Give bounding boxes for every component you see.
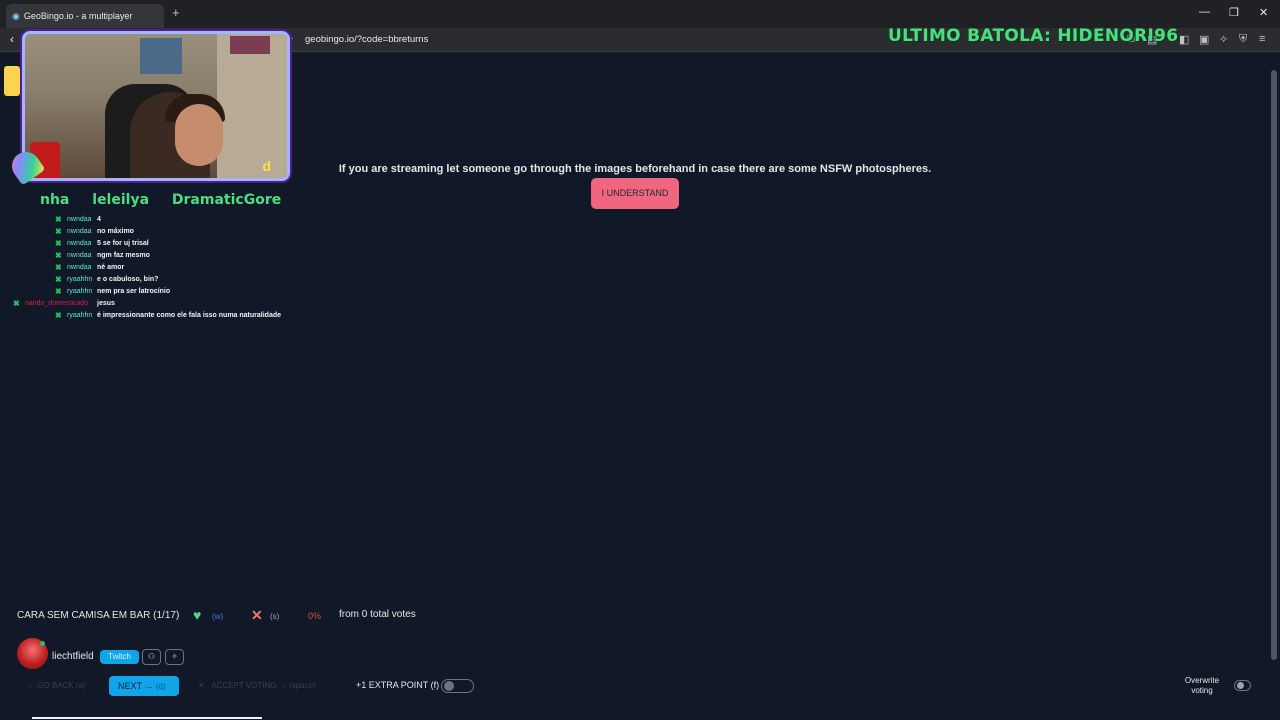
page-scrollbar[interactable] [1270,56,1278,676]
restore-icon[interactable]: ❐ [1229,6,1239,19]
shield-icon[interactable]: ⛨ [1239,33,1247,46]
url-field[interactable]: geobingo.io/?code=bbreturns [305,34,428,45]
chat-badge-icon: ✖ [55,287,62,296]
player-username[interactable]: liechtfield [52,651,94,662]
nsfw-notice: If you are streaming let someone go thro… [338,163,932,175]
chat-text: jesus [97,300,115,307]
chat-message: ✖ nwndaa 4 [10,214,300,226]
accept-hotkey: (space) [289,681,316,690]
chat-text: nem pra ser latrocínio [97,288,171,295]
chat-message: ✖ ryaahhn é impressionante como ele fala i… [10,310,300,322]
chat-username: nwndaa [67,216,92,223]
go-back-hotkey: (a) [75,681,86,690]
vote-no-x-icon[interactable]: ✕ [251,607,263,624]
accept-voting-button[interactable]: ✕ ACCEPT VOTING → (space) [198,677,348,695]
chat-badge-icon: ✖ [55,275,62,284]
chat-message: ✖ nando_domesticado jesus [10,298,300,310]
bingo-item-count: (1/17) [153,610,180,621]
chat-username: ryaahhn [67,276,93,283]
vote-percent: 0% [308,611,322,621]
chat-badge-icon: ✖ [55,251,62,260]
add-friend-icon[interactable]: ⚇ [142,649,161,665]
tab-title: GeoBingo.io - a multiplayer [23,11,133,21]
accept-arrow-icon: → [278,681,287,690]
chat-text: e o cabuloso, bin? [97,276,159,283]
stream-chat: ✖ nwndaa 4 ✖ nwndaa no máximo ✖ nwndaa 5 se fo… [10,214,300,322]
overlay-name: nha [40,192,70,208]
chat-username: nando_domesticado [25,300,89,307]
chat-username: nwndaa [67,252,92,259]
overlay-names: nha leleilya DramaticGore [40,192,299,208]
extra-point-label: +1 EXTRA POINT (f) [356,680,440,690]
chat-badge-icon: ✖ [13,299,20,308]
twitch-badge: Twitch [100,650,139,664]
ai-icon[interactable]: ✧ [1219,33,1228,46]
accept-x-icon: ✕ [198,681,205,690]
avatar [17,638,48,669]
chat-message: ✖ nwndaa 5 se for uj trisal [10,238,300,250]
chat-text: 4 [97,216,101,223]
chat-username: nwndaa [67,264,92,271]
browser-tab-bar: ◉ GeoBingo.io - a multiplayer + — ❐ ✕ [0,0,1280,28]
chat-text: 5 se for uj trisal [97,240,149,247]
overlay-sticker [4,66,20,96]
minimize-icon[interactable]: — [1199,6,1210,18]
chat-message: ✖ nwndaa né amor [10,262,300,274]
video-progress-bar [32,717,262,719]
chat-text: ngm faz mesmo [97,252,150,259]
chat-message: ✖ nwndaa no máximo [10,226,300,238]
go-back-arrow-icon: ← [27,681,35,690]
chat-username: ryaahhn [67,288,93,295]
overlay-name: leleilya [92,192,150,208]
chat-badge-icon: ✖ [55,239,62,248]
go-back-label: GO BACK [37,681,74,690]
next-label: NEXT [118,681,142,691]
vote-no-hotkey: (s) [270,612,280,621]
next-arrow-icon: → [144,681,154,691]
chat-badge-icon: ✖ [55,215,62,224]
overwrite-voting-toggle[interactable] [1234,680,1251,691]
overwrite-voting-label: Overwrite voting [1184,676,1220,695]
chat-text: né amor [97,264,125,271]
wallet-icon[interactable]: ▣ [1199,33,1209,46]
stream-overlay-title: ULTIMO BATOLA: HIDENORI96 [888,26,1179,46]
close-window-icon[interactable]: ✕ [1259,6,1268,19]
i-understand-button[interactable]: I UNDERSTAND [591,178,679,209]
chat-username: ryaahhn [67,312,93,319]
menu-icon[interactable]: ≡ [1259,33,1265,45]
webcam-overlay: d [22,31,290,181]
chat-username: nwndaa [67,240,92,247]
extra-point-toggle[interactable] [441,679,474,693]
next-hotkey: (d) [155,682,166,691]
overlay-name: DramaticGore [171,192,282,208]
bingo-item-name: CARA SEM CAMISA EM BAR [17,610,151,621]
chat-username: nwndaa [67,228,92,235]
browser-tab[interactable]: ◉ GeoBingo.io - a multiplayer [6,4,164,28]
chat-message: ✖ ryaahhn nem pra ser latrocínio [10,286,300,298]
chat-text: no máximo [97,228,134,235]
geobingo-favicon-icon: ◉ [12,10,20,21]
bingo-item-label: CARA SEM CAMISA EM BAR (1/17) [17,610,179,621]
url-chevron-icon: › [290,33,294,44]
total-votes-text: from 0 total votes [339,609,416,620]
chat-badge-icon: ✖ [55,227,62,236]
vote-yes-heart-icon[interactable]: ♥ [193,607,201,623]
go-back-button[interactable]: ← GO BACK (a) [19,677,97,695]
chat-text: é impressionante como ele fala isso numa… [97,312,282,319]
chat-message: ✖ ryaahhn e o cabuloso, bin? [10,274,300,286]
sidebar-icon[interactable]: ◧ [1179,33,1189,46]
settings-star-icon[interactable]: ✧ [165,649,184,665]
accept-voting-label: ACCEPT VOTING [211,681,277,690]
new-tab-icon[interactable]: + [172,5,180,20]
chat-badge-icon: ✖ [55,263,62,272]
chat-badge-icon: ✖ [55,311,62,320]
online-status-icon [40,641,45,646]
cam-mark: d [262,158,271,174]
chat-message: ✖ nwndaa ngm faz mesmo [10,250,300,262]
back-arrow-icon[interactable]: ‹ [10,32,14,46]
next-button[interactable]: NEXT → (d) [109,676,179,696]
vote-yes-hotkey: (w) [212,612,224,621]
